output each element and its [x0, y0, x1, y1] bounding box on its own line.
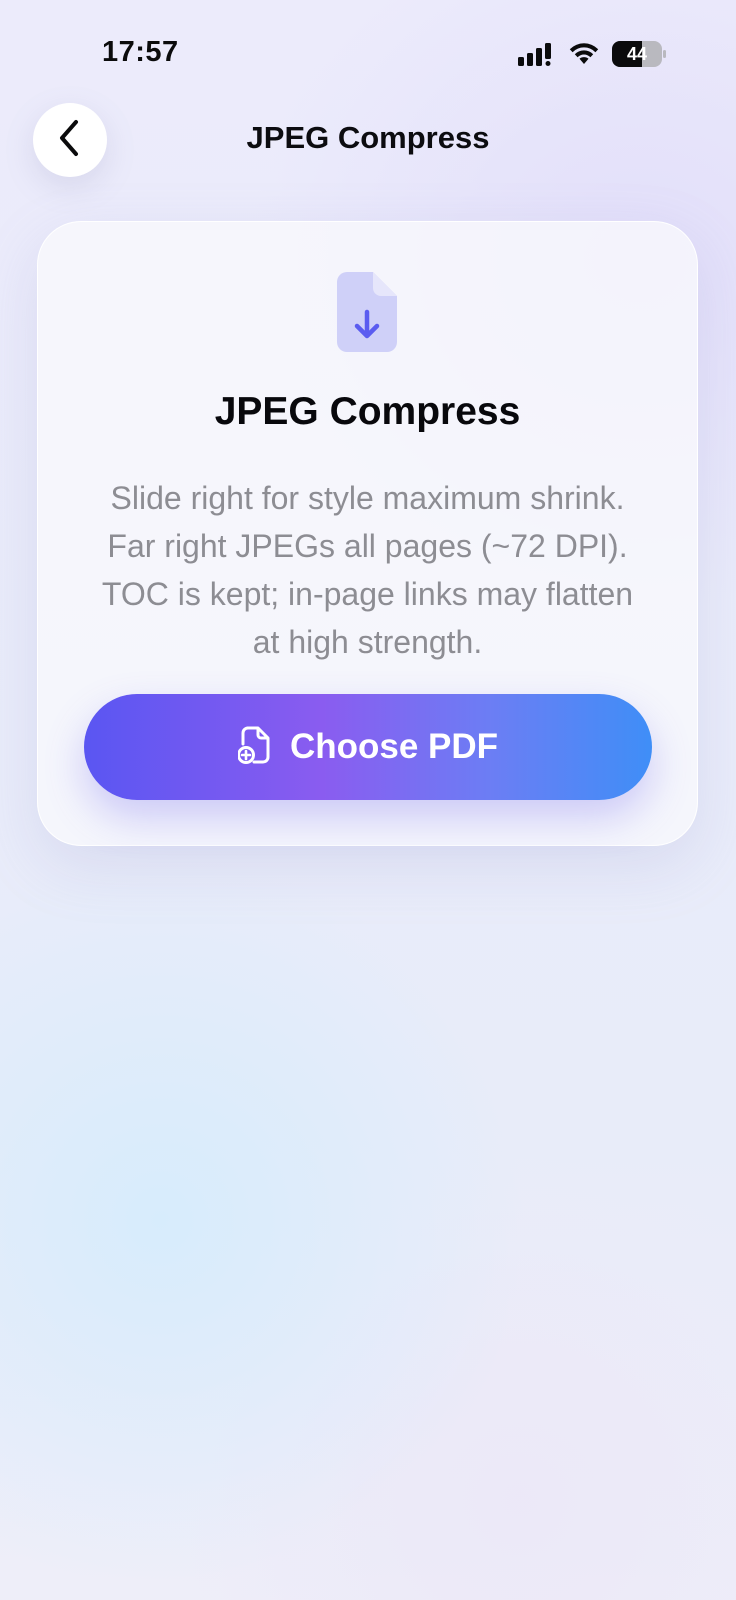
page-title: JPEG Compress [246, 120, 490, 155]
description-line: TOC is kept; in-page links may flatten [101, 576, 634, 612]
description-line: Slide right for style maximum shrink. [110, 480, 625, 516]
status-icons: 44 [518, 38, 666, 70]
description-line: Far right JPEGs all pages (~72 DPI). [107, 528, 628, 564]
battery-level: 44 [626, 44, 648, 64]
battery-icon: 44 [612, 41, 666, 67]
status-time: 17:57 [102, 36, 179, 68]
file-add-icon [236, 726, 272, 769]
file-download-icon [337, 272, 399, 352]
card-description: Slide right for style maximum shrink. Fa… [78, 474, 657, 666]
card-title: JPEG Compress [214, 390, 521, 433]
choose-pdf-label: Choose PDF [289, 727, 499, 766]
compress-card: JPEG Compress Slide right for style maxi… [37, 221, 698, 846]
wifi-icon [568, 42, 600, 66]
description-line: at high strength. [252, 624, 483, 660]
cellular-signal-icon [518, 42, 556, 66]
choose-pdf-button[interactable]: Choose PDF [84, 694, 652, 800]
